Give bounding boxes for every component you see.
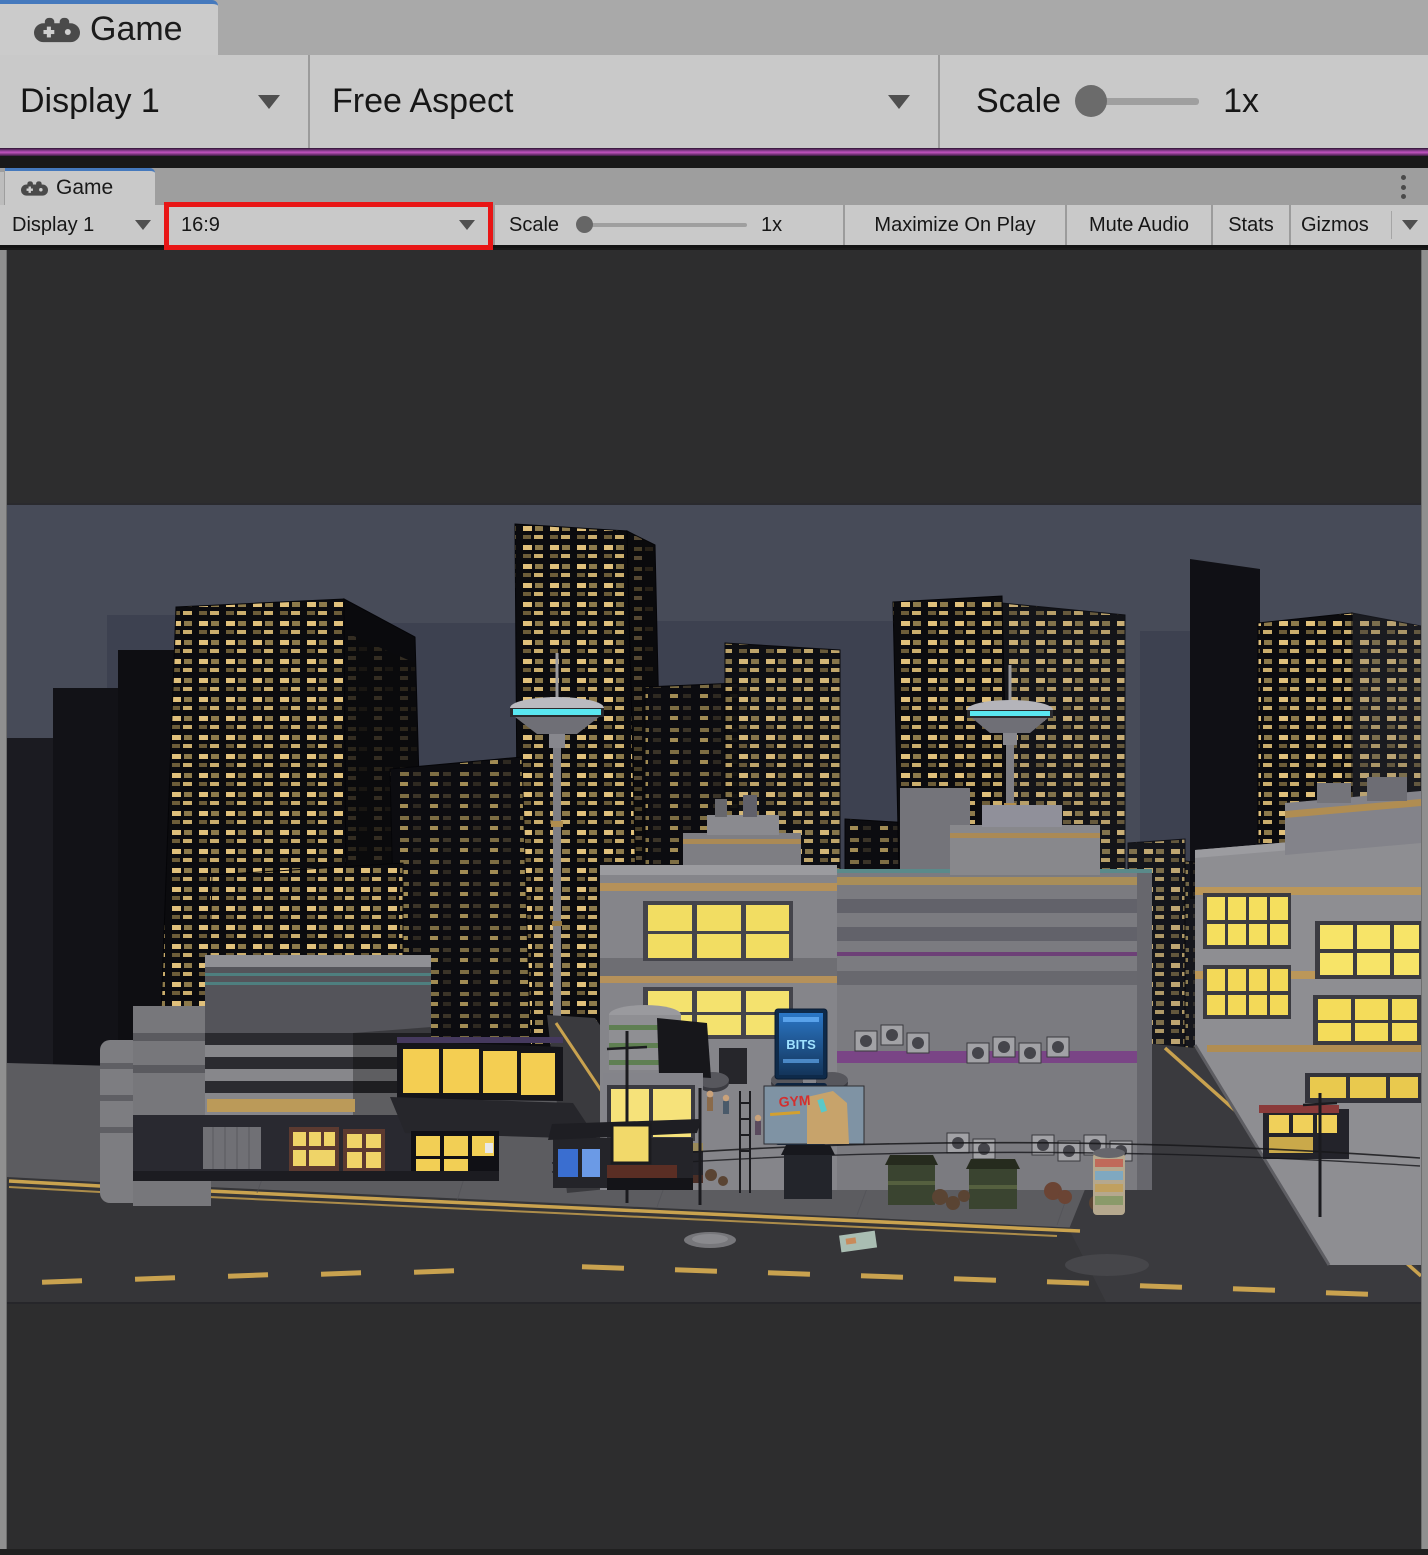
outer-aspect-value: Free Aspect	[332, 82, 513, 121]
gizmos-button[interactable]: Gizmos	[1289, 205, 1428, 245]
unity-editor-window: Game Display 1 Free Aspect Scale 1x	[0, 0, 1428, 1555]
gym-billboard: GYM	[764, 1086, 864, 1144]
gamepad-icon	[21, 180, 48, 197]
inner-scale-value: 1x	[761, 214, 782, 237]
inner-scale-slider[interactable]	[579, 223, 747, 227]
inner-game-tab[interactable]: Game	[5, 168, 155, 205]
window-gap	[0, 156, 1428, 168]
mute-audio-label: Mute Audio	[1089, 214, 1189, 237]
billboard-text: GYM	[778, 1092, 811, 1110]
outer-display-dropdown[interactable]: Display 1	[0, 55, 310, 148]
chevron-down-icon[interactable]	[1402, 220, 1418, 230]
game-view-content: BITS GYM	[0, 250, 1428, 1555]
street-kiosk	[548, 1119, 701, 1190]
chevron-down-icon	[258, 95, 280, 109]
chevron-down-icon	[459, 220, 475, 230]
inner-tab-label: Game	[56, 176, 113, 200]
outer-scale-control: Scale 1x	[940, 55, 1428, 148]
inner-tab-strip: Game	[0, 168, 1428, 205]
inner-display-dropdown[interactable]: Display 1	[0, 205, 165, 245]
left-window-edge	[0, 250, 7, 1555]
outer-scale-knob[interactable]	[1075, 85, 1107, 117]
needle-ring-glow	[513, 709, 601, 715]
gamepad-icon	[34, 16, 80, 44]
mute-audio-button[interactable]: Mute Audio	[1065, 205, 1211, 245]
inner-display-value: Display 1	[12, 214, 94, 237]
inner-toolbar: Display 1 16:9 Scale 1x Maximize On Play…	[0, 205, 1428, 248]
game-render-viewport: BITS GYM	[7, 503, 1421, 1304]
outer-scale-value: 1x	[1223, 82, 1259, 121]
outer-scale-label: Scale	[976, 82, 1061, 121]
more-menu-icon[interactable]	[1396, 175, 1410, 199]
window-bottom-edge	[0, 1549, 1428, 1555]
outer-toolbar: Display 1 Free Aspect Scale 1x	[0, 55, 1428, 148]
outer-aspect-dropdown[interactable]: Free Aspect	[310, 55, 940, 148]
outer-game-tab[interactable]: Game	[0, 0, 218, 55]
inner-aspect-dropdown[interactable]: 16:9	[165, 205, 493, 245]
inner-scale-control: Scale 1x	[493, 205, 843, 245]
chevron-down-icon	[888, 95, 910, 109]
adjacent-tab-edge	[0, 172, 4, 205]
advert-column	[1093, 1148, 1125, 1215]
outer-tab-label: Game	[90, 10, 183, 49]
stats-button[interactable]: Stats	[1211, 205, 1289, 245]
outer-scale-slider[interactable]	[1083, 98, 1199, 105]
neon-sign-text: BITS	[786, 1037, 816, 1052]
needle-ring-glow	[970, 711, 1050, 716]
maximize-on-play-label: Maximize On Play	[874, 214, 1035, 237]
outer-display-value: Display 1	[20, 82, 160, 121]
inner-aspect-value: 16:9	[181, 214, 220, 237]
inner-scale-label: Scale	[509, 214, 559, 237]
window-accent-divider	[0, 148, 1428, 156]
gizmos-separator	[1391, 211, 1392, 239]
stats-label: Stats	[1228, 214, 1274, 237]
outer-tab-strip: Game	[0, 0, 1428, 55]
gizmos-label: Gizmos	[1301, 214, 1369, 237]
inner-scale-knob[interactable]	[576, 216, 593, 233]
maximize-on-play-button[interactable]: Maximize On Play	[843, 205, 1065, 245]
chevron-down-icon	[135, 220, 151, 230]
right-window-edge	[1421, 250, 1428, 1555]
